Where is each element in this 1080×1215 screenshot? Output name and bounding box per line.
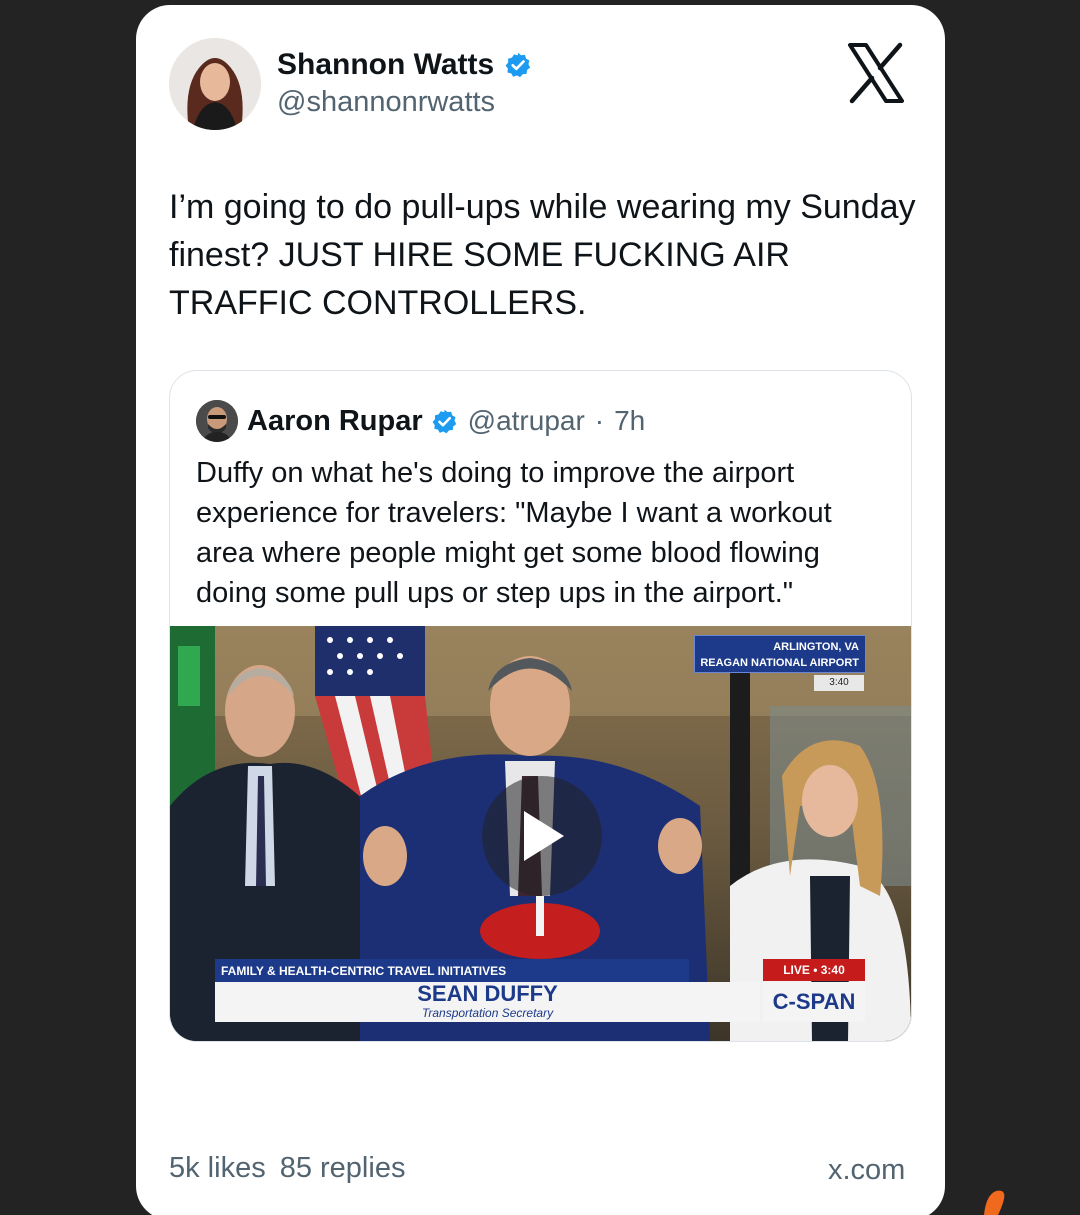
play-icon — [524, 811, 564, 861]
lower-third: SEAN DUFFY Transportation Secretary — [215, 982, 760, 1022]
quote-author-avatar[interactable] — [196, 400, 238, 442]
author-name[interactable]: Shannon Watts — [277, 48, 532, 82]
quote-verified-badge-icon — [432, 409, 456, 433]
location-city: ARLINGTON, VA — [773, 641, 859, 653]
x-logo-icon[interactable] — [844, 41, 908, 105]
verified-badge-icon — [505, 52, 531, 78]
quote-header: Aaron Rupar @atrupar · 7h — [247, 400, 645, 442]
author-handle[interactable]: @shannonrwatts — [277, 86, 495, 119]
replies-count[interactable]: 85 replies — [280, 1152, 406, 1185]
location-venue: REAGAN NATIONAL AIRPORT — [700, 657, 859, 669]
author-name-text: Shannon Watts — [277, 48, 495, 81]
tweet-card[interactable]: Shannon Watts @shannonrwatts I’m going t… — [136, 5, 945, 1215]
source-domain[interactable]: x.com — [828, 1154, 905, 1187]
play-button[interactable] — [482, 776, 602, 896]
lower-third-topic: FAMILY & HEALTH-CENTRIC TRAVEL INITIATIV… — [215, 959, 689, 983]
speaker-name: SEAN DUFFY — [417, 981, 558, 1006]
scroll-handle-icon — [984, 1190, 1005, 1215]
quote-timestamp[interactable]: 7h — [614, 405, 645, 437]
quote-text: Duffy on what he's doing to improve the … — [196, 457, 832, 609]
quote-separator: · — [594, 405, 605, 436]
quote-author-name[interactable]: Aaron Rupar — [247, 405, 423, 438]
speaker-title: Transportation Secretary — [421, 1006, 554, 1020]
quoted-tweet[interactable]: Aaron Rupar @atrupar · 7h Duffy on what … — [169, 370, 912, 1042]
author-avatar[interactable] — [169, 38, 261, 130]
network-logo: C-SPAN — [763, 982, 865, 1022]
live-badge: LIVE • 3:40 — [763, 959, 865, 981]
likes-count[interactable]: 5k likes — [169, 1152, 266, 1185]
quote-author-handle[interactable]: @atrupar — [468, 405, 585, 437]
location-caption: ARLINGTON, VA REAGAN NATIONAL AIRPORT — [694, 635, 866, 673]
video-player[interactable]: ARLINGTON, VA REAGAN NATIONAL AIRPORT 3:… — [170, 626, 911, 1041]
engagement-stats: 5k likes 85 replies — [169, 1152, 405, 1185]
location-time: 3:40 — [814, 675, 864, 691]
tweet-text: I’m going to do pull-ups while wearing m… — [169, 188, 916, 322]
